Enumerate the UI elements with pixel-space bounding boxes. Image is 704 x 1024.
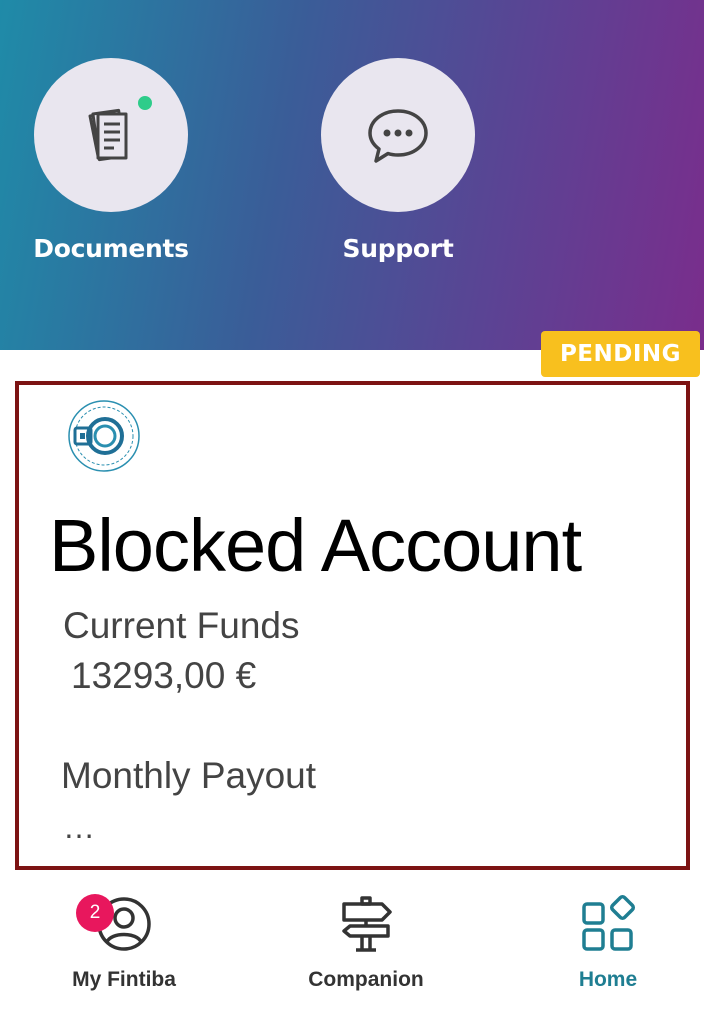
pending-status-badge: PENDING	[541, 331, 700, 377]
documents-action[interactable]: Documents	[33, 58, 189, 263]
blocked-account-card[interactable]: Blocked Account Current Funds 13293,00 €…	[15, 381, 690, 870]
support-button[interactable]	[321, 58, 475, 212]
current-funds-value: 13293,00 €	[71, 655, 257, 696]
notification-badge: 2	[76, 894, 114, 932]
nav-item-my-fintiba[interactable]: 2 My Fintiba	[24, 894, 224, 992]
signpost-icon	[342, 896, 392, 952]
account-title: Blocked Account	[49, 504, 582, 587]
nav-label-home: Home	[578, 968, 638, 991]
documents-button[interactable]	[34, 58, 188, 212]
nav-item-companion[interactable]: Companion	[266, 894, 466, 992]
current-funds-label: Current Funds	[63, 605, 300, 646]
documents-label: Documents	[33, 234, 189, 263]
nav-label-my-fintiba: My Fintiba	[72, 968, 176, 991]
documents-icon	[88, 108, 128, 162]
home-grid-icon	[582, 894, 636, 951]
blocked-account-logo	[68, 400, 140, 472]
monthly-payout-value: …	[63, 809, 95, 845]
support-label: Support	[342, 234, 454, 263]
nav-item-home[interactable]: Home	[508, 894, 704, 992]
nav-label-companion: Companion	[308, 968, 424, 991]
support-action[interactable]: Support	[320, 58, 476, 263]
monthly-payout-label: Monthly Payout	[61, 755, 317, 796]
notification-dot	[136, 94, 154, 112]
chat-bubble-icon	[368, 109, 428, 163]
bottom-navigation: 2 My Fintiba Companion Home	[0, 878, 704, 1024]
header-banner: Documents Support	[0, 0, 704, 350]
